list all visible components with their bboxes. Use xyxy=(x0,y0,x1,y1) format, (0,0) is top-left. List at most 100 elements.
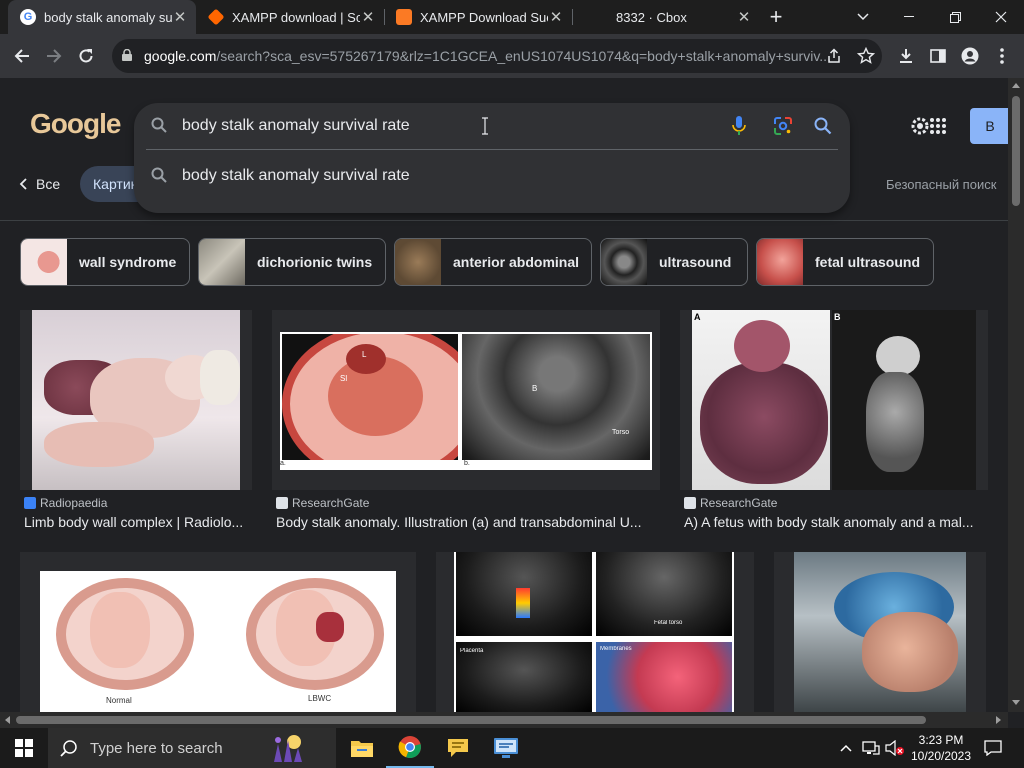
chip-thumbnail xyxy=(199,239,245,285)
url-domain: google.com xyxy=(144,48,217,64)
taskbar-search[interactable]: Type here to search xyxy=(48,728,336,768)
label-a: a. xyxy=(280,460,286,467)
result-image: A B xyxy=(680,310,988,490)
lens-search-button[interactable] xyxy=(772,115,794,137)
close-icon[interactable]: ✕ xyxy=(360,8,376,26)
lock-icon xyxy=(122,48,132,64)
back-to-all-link[interactable]: Все xyxy=(18,164,60,204)
chip-label: ultrasound xyxy=(659,254,732,270)
sign-in-button[interactable]: В xyxy=(970,108,1008,144)
result-caption[interactable]: Body stalk anomaly. Illustration (a) and… xyxy=(276,514,656,530)
reload-button[interactable] xyxy=(72,42,100,70)
scroll-down-icon[interactable] xyxy=(1008,698,1024,708)
vertical-scrollbar[interactable] xyxy=(1008,78,1024,712)
side-panel-icon xyxy=(930,49,946,63)
tab-title: XAMPP download | Sou xyxy=(232,9,360,25)
suggestion-item[interactable]: body stalk anomaly survival rate xyxy=(134,159,850,193)
close-icon[interactable]: ✕ xyxy=(736,8,752,26)
label-placenta: Placenta xyxy=(460,648,484,654)
minimize-icon xyxy=(904,16,914,17)
label-lbwc: LBWC xyxy=(308,694,332,703)
chip-anterior-abdominal[interactable]: anterior abdominal xyxy=(394,238,592,286)
image-result-lbwc-illustration[interactable]: Normal LBWC xyxy=(20,552,416,712)
tab-google-search[interactable]: G body stalk anomaly su ✕ xyxy=(8,0,196,34)
bookmark-button[interactable] xyxy=(852,42,880,70)
scroll-left-icon[interactable] xyxy=(2,712,12,728)
close-icon xyxy=(995,11,1007,23)
search-icon xyxy=(814,117,832,135)
radiopaedia-icon xyxy=(24,497,36,509)
taskbar-remote-app[interactable] xyxy=(482,728,530,768)
image-result-radiopaedia[interactable]: Radiopaedia Limb body wall complex | Rad… xyxy=(20,310,252,530)
back-button[interactable] xyxy=(8,42,36,70)
chip-dichorionic-twins[interactable]: dichorionic twins xyxy=(198,238,386,286)
tab-search-button[interactable] xyxy=(840,0,886,34)
chip-ultrasound[interactable]: ultrasound xyxy=(600,238,748,286)
new-tab-button[interactable]: + xyxy=(756,0,796,34)
more-vert-icon xyxy=(1000,48,1004,64)
google-icon: G xyxy=(20,9,36,25)
horizontal-scrollbar[interactable] xyxy=(0,712,1008,728)
forward-button[interactable] xyxy=(40,42,68,70)
restore-button[interactable] xyxy=(932,0,978,34)
start-button[interactable] xyxy=(0,728,48,768)
chevron-down-icon xyxy=(857,13,869,21)
tab-xampp-success[interactable]: XAMPP Download Succ ✕ xyxy=(384,0,572,34)
menu-button[interactable] xyxy=(988,42,1016,70)
chip-thumbnail xyxy=(757,239,803,285)
search-results-page: Google В Все Картинки Безопасный поиск b… xyxy=(0,78,1008,712)
restore-icon xyxy=(949,11,961,23)
search-input[interactable]: body stalk anomaly survival rate xyxy=(182,117,410,135)
reload-icon xyxy=(79,49,93,63)
person-icon xyxy=(961,47,979,65)
tab-title: XAMPP Download Succ xyxy=(420,9,548,25)
taskbar-chat-app[interactable] xyxy=(434,728,482,768)
taskbar-file-explorer[interactable] xyxy=(338,728,386,768)
result-caption[interactable]: A) A fetus with body stalk anomaly and a… xyxy=(684,514,984,530)
image-result-ultrasound-panels[interactable]: Fetal torso Placenta Membranes xyxy=(436,552,754,712)
notifications-button[interactable] xyxy=(978,728,1008,768)
sourceforge-icon xyxy=(207,8,225,26)
tab-strip: G body stalk anomaly su ✕ XAMPP download… xyxy=(0,0,1024,34)
image-result-surgery-photo[interactable] xyxy=(774,552,986,712)
scroll-right-icon[interactable] xyxy=(994,712,1004,728)
chip-label: dichorionic twins xyxy=(257,254,373,270)
chip-fetal-ultrasound[interactable]: fetal ultrasound xyxy=(756,238,934,286)
close-icon[interactable]: ✕ xyxy=(172,8,188,26)
clock-date: 10/20/2023 xyxy=(910,749,972,763)
close-icon[interactable]: ✕ xyxy=(548,8,564,26)
taskbar-chrome[interactable] xyxy=(386,728,434,768)
scrollbar-thumb[interactable] xyxy=(16,716,926,724)
downloads-button[interactable] xyxy=(892,42,920,70)
tab-xampp-download[interactable]: XAMPP download | Sou ✕ xyxy=(196,0,384,34)
close-window-button[interactable] xyxy=(978,0,1024,34)
image-result-researchgate-2[interactable]: A B ResearchGate A) A fetus with body st… xyxy=(680,310,988,530)
tray-overflow-button[interactable] xyxy=(838,728,854,768)
arrow-left-icon xyxy=(14,49,29,63)
side-panel-button[interactable] xyxy=(924,42,952,70)
share-button[interactable] xyxy=(820,42,848,70)
google-logo[interactable]: Google xyxy=(30,108,121,140)
image-result-researchgate-1[interactable]: Sl L B Torso a. b. ResearchGate Body sta… xyxy=(272,310,660,530)
arrow-right-icon xyxy=(47,49,62,63)
tray-volume[interactable] xyxy=(884,728,906,768)
voice-search-button[interactable] xyxy=(728,115,750,137)
tab-cbox[interactable]: 8332 · Cbox ✕ xyxy=(572,0,760,34)
scrollbar-thumb[interactable] xyxy=(1012,96,1020,206)
safe-search-button[interactable]: Безопасный поиск xyxy=(886,164,996,204)
chip-wall-syndrome[interactable]: wall syndrome xyxy=(20,238,190,286)
profile-button[interactable] xyxy=(956,42,984,70)
chip-thumbnail xyxy=(395,239,441,285)
search-submit-button[interactable] xyxy=(812,115,834,137)
scroll-up-icon[interactable] xyxy=(1008,80,1024,90)
dropdown-divider xyxy=(146,149,838,150)
minimize-button[interactable] xyxy=(886,0,932,34)
address-bar[interactable]: google.com/search?sca_esv=575267179&rlz=… xyxy=(112,39,882,73)
result-caption[interactable]: Limb body wall complex | Radiolo... xyxy=(24,514,252,530)
tray-network[interactable] xyxy=(860,728,882,768)
tray-clock[interactable]: 3:23 PM 10/20/2023 xyxy=(906,728,976,768)
url-path: /search?sca_esv=575267179&rlz=1C1GCEA_en… xyxy=(216,48,831,64)
label-b-panel: b. xyxy=(464,460,470,467)
source-name: ResearchGate xyxy=(700,496,778,510)
settings-button[interactable] xyxy=(908,114,948,138)
